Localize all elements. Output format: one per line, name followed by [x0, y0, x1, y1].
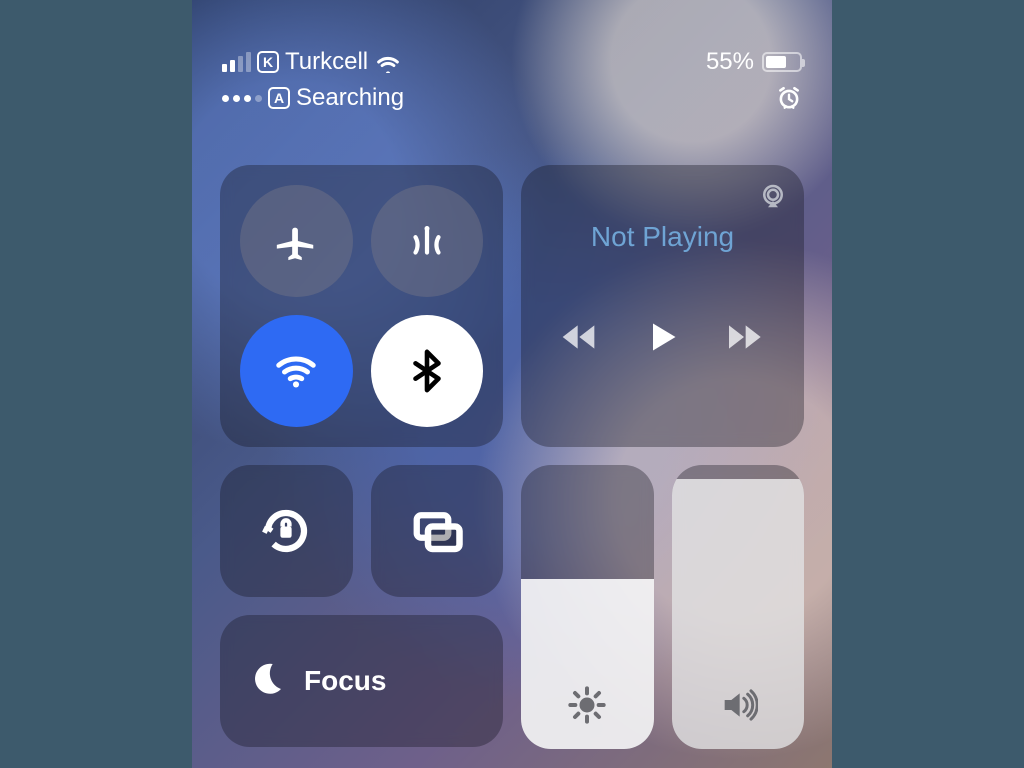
screen-mirroring-button[interactable] [371, 465, 504, 597]
airplay-icon[interactable] [758, 181, 788, 216]
airplane-mode-toggle[interactable] [240, 185, 353, 297]
status-row-secondary: A Searching [222, 82, 802, 114]
wifi-status-icon [374, 51, 402, 73]
carrier-secondary: Searching [296, 84, 404, 112]
volume-icon [672, 685, 805, 725]
cellular-data-toggle[interactable] [371, 185, 484, 297]
bluetooth-toggle[interactable] [371, 315, 484, 427]
play-icon[interactable] [644, 319, 680, 355]
media-title: Not Playing [539, 221, 786, 253]
status-bar: K Turkcell 55% A Searching [192, 0, 832, 114]
focus-button[interactable]: Focus [220, 615, 503, 747]
focus-label: Focus [304, 665, 386, 697]
carrier-primary: Turkcell [285, 48, 368, 76]
signal-bars-primary [222, 52, 251, 72]
control-center-screen: K Turkcell 55% A Searching [192, 0, 832, 768]
orientation-lock-button[interactable] [220, 465, 353, 597]
connectivity-tile [220, 165, 503, 447]
battery-percent: 55% [706, 48, 754, 76]
brightness-icon [521, 685, 654, 725]
sim-badge-secondary: A [268, 87, 290, 109]
status-row-primary: K Turkcell 55% [222, 46, 802, 78]
sim-badge-primary: K [257, 51, 279, 73]
fast-forward-icon[interactable] [724, 322, 764, 352]
media-tile[interactable]: Not Playing [521, 165, 804, 447]
signal-dots-secondary [222, 95, 262, 102]
media-controls [539, 319, 786, 355]
control-center-grid: Not Playing [220, 165, 804, 768]
alarm-icon [776, 85, 802, 111]
volume-slider[interactable] [672, 465, 805, 749]
wifi-toggle[interactable] [240, 315, 353, 427]
brightness-slider[interactable] [521, 465, 654, 749]
rewind-icon[interactable] [561, 322, 601, 352]
moon-icon [246, 659, 286, 704]
battery-icon [762, 52, 802, 72]
